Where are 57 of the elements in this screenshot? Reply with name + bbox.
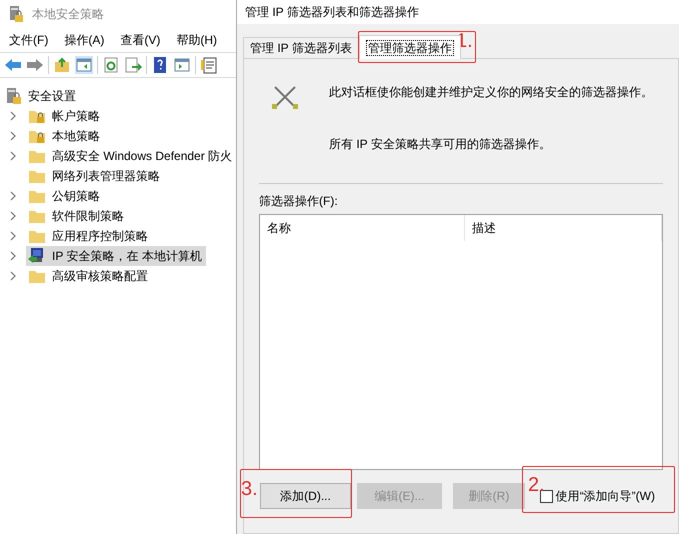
folder-icon bbox=[28, 188, 46, 204]
description-text: 所有 IP 安全策略共享可用的筛选器操作。 bbox=[329, 136, 552, 153]
menu-item[interactable]: 操作(A) bbox=[59, 31, 110, 49]
refresh-icon[interactable] bbox=[102, 56, 120, 74]
chevron-icon[interactable] bbox=[8, 131, 18, 141]
help-icon[interactable] bbox=[151, 56, 169, 74]
list-label: 筛选器操作(F): bbox=[259, 193, 339, 210]
chevron-icon[interactable] bbox=[8, 111, 18, 121]
tree-item[interactable]: 公钥策略 bbox=[26, 186, 104, 206]
folder-lock-icon bbox=[28, 128, 46, 144]
folder-lock-icon bbox=[28, 108, 46, 124]
dialog-title: 管理 IP 筛选器列表和筛选器操作 bbox=[245, 4, 419, 21]
folder-icon bbox=[28, 268, 46, 284]
checkbox[interactable] bbox=[540, 490, 553, 502]
back-arrow-icon[interactable] bbox=[4, 56, 22, 74]
menu-item[interactable]: 帮助(H) bbox=[171, 31, 222, 49]
chevron-icon[interactable] bbox=[8, 231, 18, 241]
tree-item[interactable]: 安全设置 bbox=[28, 87, 76, 105]
panel-icon[interactable] bbox=[173, 56, 191, 74]
tab[interactable]: 管理 IP 筛选器列表 bbox=[243, 37, 359, 58]
checkbox-label[interactable]: 使用“添加向导”(W) bbox=[556, 487, 655, 505]
menu-item[interactable]: 查看(V) bbox=[115, 31, 166, 49]
tree-item[interactable]: IP 安全策略，在 本地计算机 bbox=[26, 246, 206, 266]
export-icon[interactable] bbox=[124, 56, 142, 74]
folder-icon bbox=[28, 168, 46, 184]
forward-arrow-icon[interactable] bbox=[26, 56, 44, 74]
tab[interactable]: 管理筛选器操作 bbox=[358, 35, 461, 59]
chevron-icon[interactable] bbox=[8, 211, 18, 221]
tree-item[interactable]: 高级审核策略配置 bbox=[26, 266, 152, 286]
tree-item[interactable]: 帐户策略 bbox=[26, 106, 104, 126]
chevron-icon[interactable] bbox=[8, 251, 18, 261]
computer-lock-icon bbox=[6, 88, 22, 104]
folder-icon bbox=[28, 148, 46, 164]
folder-icon bbox=[28, 228, 46, 244]
column-header[interactable]: 描述 bbox=[465, 215, 662, 241]
folder-up-icon[interactable] bbox=[53, 56, 71, 74]
annotation-number: 2. bbox=[528, 475, 545, 495]
folder-icon bbox=[28, 208, 46, 224]
panel-icon[interactable] bbox=[75, 56, 93, 74]
tree-item[interactable]: 网络列表管理器策略 bbox=[26, 166, 164, 186]
app-icon bbox=[8, 5, 24, 23]
push-button[interactable]: 添加(D)... bbox=[260, 483, 351, 509]
chevron-icon[interactable] bbox=[8, 151, 18, 161]
tree-item[interactable]: 软件限制策略 bbox=[26, 206, 128, 226]
window-title: 本地安全策略 bbox=[32, 6, 104, 23]
menu-item[interactable]: 文件(F) bbox=[4, 31, 54, 49]
tree-item[interactable]: 应用程序控制策略 bbox=[26, 226, 152, 246]
list-view[interactable]: 名称 描述 bbox=[259, 214, 663, 470]
chevron-icon[interactable] bbox=[8, 191, 18, 201]
annotation-number: 3. bbox=[241, 479, 258, 499]
column-header[interactable]: 名称 bbox=[260, 215, 465, 241]
tree-item[interactable]: 高级安全 Windows Defender 防火 bbox=[26, 146, 236, 166]
document-icon[interactable] bbox=[200, 56, 218, 74]
computer-shield-icon bbox=[28, 248, 46, 264]
description-text: 此对话框使你能创建并维护定义你的网络安全的筛选器操作。 bbox=[329, 84, 653, 101]
chevron-icon[interactable] bbox=[8, 271, 18, 281]
tree-item[interactable]: 本地策略 bbox=[26, 126, 104, 146]
